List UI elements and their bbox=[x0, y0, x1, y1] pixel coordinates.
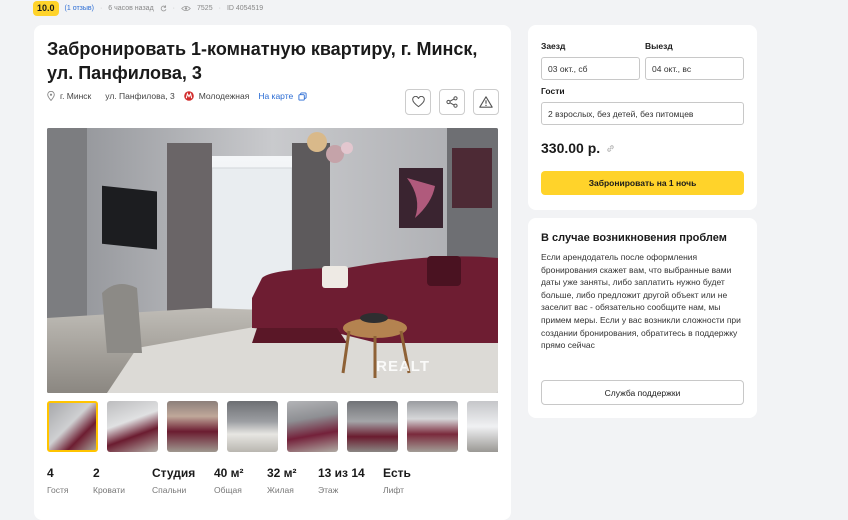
listing-card: Забронировать 1-комнатную квартиру, г. М… bbox=[34, 25, 511, 520]
stat-elevator: Есть Лифт bbox=[383, 466, 411, 495]
checkout-field[interactable]: 04 окт., вс bbox=[645, 57, 744, 80]
metro-icon bbox=[183, 91, 194, 101]
address-city: г. Минск bbox=[60, 91, 92, 101]
eye-icon bbox=[181, 5, 191, 12]
photo-thumbnails bbox=[47, 401, 498, 453]
checkin-field[interactable]: 03 окт., сб bbox=[541, 57, 640, 80]
guests-label: Гости bbox=[541, 86, 565, 96]
listing-id: ID 4054519 bbox=[226, 5, 264, 12]
heart-icon bbox=[411, 96, 425, 108]
report-button[interactable] bbox=[473, 89, 499, 115]
map-link[interactable]: На карте bbox=[258, 91, 293, 101]
views-count: 7525 bbox=[197, 5, 213, 12]
location-pin-icon bbox=[47, 91, 55, 101]
help-card: В случае возникновения проблем Если арен… bbox=[528, 218, 757, 418]
warning-icon bbox=[479, 96, 493, 108]
main-photo[interactable]: REALT bbox=[47, 128, 498, 393]
booking-card: Заезд 03 окт., сб Выезд 04 окт., вс Гост… bbox=[528, 25, 757, 210]
share-icon bbox=[446, 96, 458, 108]
help-title: В случае возникновения проблем bbox=[541, 232, 727, 244]
metro-station: Молодежная bbox=[198, 91, 250, 101]
posted-time: 6 часов назад bbox=[108, 5, 154, 12]
book-button[interactable]: Забронировать на 1 ночь bbox=[541, 171, 744, 195]
refresh-icon bbox=[160, 5, 167, 12]
stat-floor: 13 из 14 Этаж bbox=[318, 466, 365, 495]
address-row: г. Минск ул. Панфилова, 3 Молодежная На … bbox=[47, 91, 307, 101]
thumbnail[interactable] bbox=[167, 401, 218, 452]
checkout-label: Выезд bbox=[645, 41, 673, 51]
thumbnail[interactable] bbox=[467, 401, 498, 452]
address-street: ул. Панфилова, 3 bbox=[105, 91, 175, 101]
share-button[interactable] bbox=[439, 89, 465, 115]
checkin-label: Заезд bbox=[541, 41, 566, 51]
stat-bedrooms: Студия Спальни bbox=[152, 466, 196, 495]
thumbnail[interactable] bbox=[107, 401, 158, 452]
favorite-button[interactable] bbox=[405, 89, 431, 115]
thumbnail[interactable] bbox=[347, 401, 398, 452]
thumbnail[interactable] bbox=[227, 401, 278, 452]
price-value: 330.00 р. bbox=[541, 140, 601, 156]
stat-total-area: 40 м² Общая bbox=[214, 466, 244, 495]
guests-field[interactable]: 2 взрослых, без детей, без питомцев bbox=[541, 102, 744, 125]
stat-guests: 4 Гостя bbox=[47, 466, 69, 495]
link-icon[interactable] bbox=[606, 144, 615, 153]
help-text: Если арендодатель после оформления брони… bbox=[541, 252, 741, 351]
copy-icon[interactable] bbox=[298, 91, 307, 101]
support-button[interactable]: Служба поддержки bbox=[541, 380, 744, 405]
apartment-stats: 4 Гостя 2 Кровати Студия Спальни 40 м² О… bbox=[47, 465, 423, 497]
stat-beds: 2 Кровати bbox=[93, 466, 126, 495]
thumbnail[interactable] bbox=[287, 401, 338, 452]
price-row: 330.00 р. bbox=[541, 140, 615, 156]
reviews-link[interactable]: (1 отзыв) bbox=[65, 5, 94, 12]
listing-meta-bar: 10.0 (1 отзыв) · 6 часов назад · 7525 · … bbox=[33, 0, 263, 17]
stat-living-area: 32 м² Жилая bbox=[267, 466, 297, 495]
rating-badge: 10.0 bbox=[33, 1, 59, 16]
photo-watermark: REALT bbox=[376, 358, 430, 375]
listing-title: Забронировать 1-комнатную квартиру, г. М… bbox=[47, 39, 478, 83]
thumbnail[interactable] bbox=[47, 401, 98, 452]
thumbnail[interactable] bbox=[407, 401, 458, 452]
living-room-image bbox=[47, 128, 498, 393]
